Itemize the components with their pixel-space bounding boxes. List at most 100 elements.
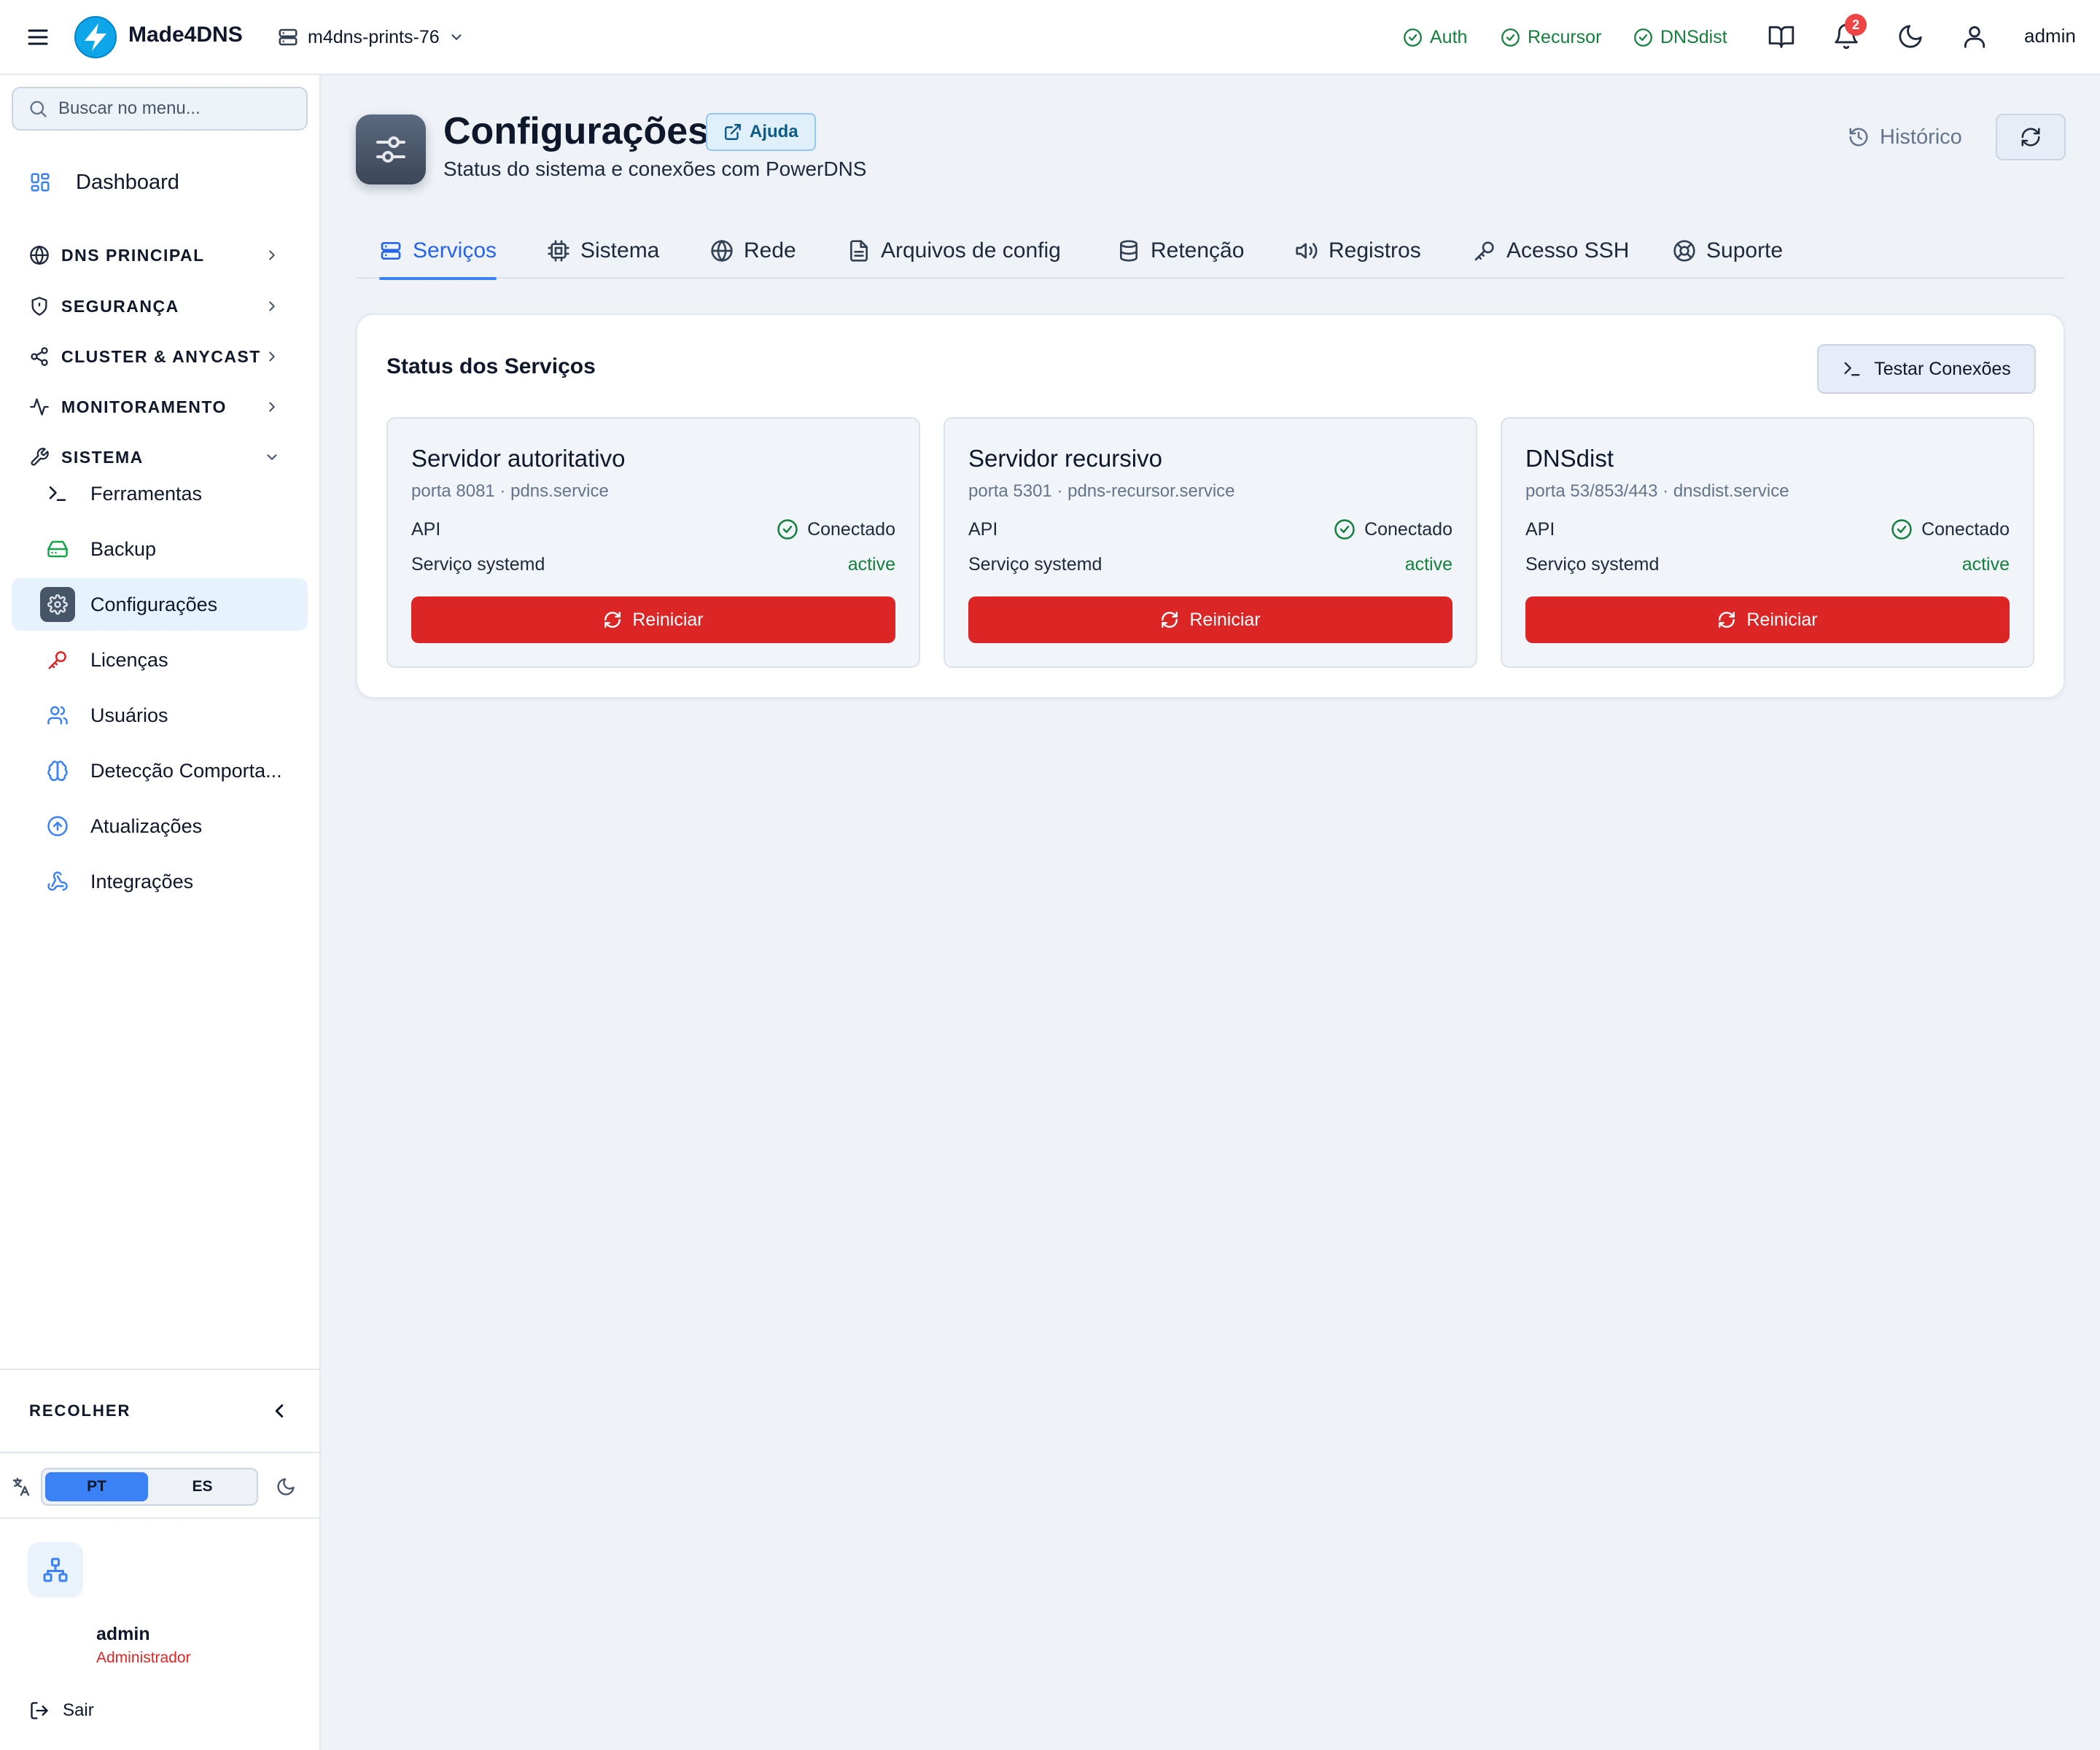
status-recursor[interactable]: Recursor bbox=[1501, 24, 1601, 50]
globe-icon bbox=[29, 245, 50, 265]
language-row: PT ES bbox=[0, 1453, 319, 1519]
tab-retencao[interactable]: Retenção bbox=[1117, 223, 1244, 279]
tab-registros[interactable]: Registros bbox=[1295, 223, 1421, 279]
api-status: Conectado bbox=[1891, 518, 2010, 540]
chevron-right-icon bbox=[264, 349, 280, 365]
page-title: Configurações bbox=[443, 110, 709, 152]
tab-sistema[interactable]: Sistema bbox=[547, 223, 659, 279]
tab-label: Suporte bbox=[1706, 238, 1784, 262]
moon-icon[interactable] bbox=[276, 1477, 296, 1497]
server-icon bbox=[379, 239, 402, 262]
restart-button[interactable]: Reiniciar bbox=[1525, 596, 2010, 643]
sidebar-section-cluster-anycast[interactable]: CLUSTER & ANYCAST bbox=[29, 341, 292, 373]
language-toggle: PT ES bbox=[41, 1468, 258, 1506]
settings-tabs: Serviços Sistema Rede Arquivos de config… bbox=[356, 223, 2065, 280]
section-label: MONITORAMENTO bbox=[61, 397, 227, 416]
terminal-icon bbox=[47, 483, 69, 505]
service-card-authoritative: Servidor autoritativo porta 8081 · pdns.… bbox=[386, 417, 920, 668]
sidebar-item-label: Usuários bbox=[90, 704, 168, 726]
sidebar-item-usuarios[interactable]: Usuários bbox=[12, 689, 308, 742]
gear-icon bbox=[47, 594, 68, 615]
user-icon[interactable] bbox=[1961, 23, 1988, 50]
translate-icon bbox=[10, 1476, 32, 1498]
api-label: API bbox=[1525, 518, 1555, 540]
server-icon bbox=[277, 26, 299, 48]
wrench-icon bbox=[29, 447, 50, 467]
services-status-panel: Status dos Serviços Testar Conexões Serv… bbox=[356, 314, 2065, 699]
systemd-label: Serviço systemd bbox=[1525, 553, 1660, 575]
sidebar-item-atualizacoes[interactable]: Atualizações bbox=[12, 800, 308, 852]
restart-button[interactable]: Reiniciar bbox=[411, 596, 895, 643]
terminal-icon bbox=[1842, 359, 1862, 379]
sidebar-item-label: Detecção Comporta... bbox=[90, 759, 282, 782]
help-button[interactable]: Ajuda bbox=[706, 113, 816, 151]
systemd-status-row: Serviço systemd active bbox=[411, 551, 895, 578]
systemd-status-row: Serviço systemd active bbox=[1525, 551, 2010, 578]
service-name: Servidor autoritativo bbox=[411, 445, 626, 472]
collapse-sidebar-button[interactable]: RECOLHER bbox=[0, 1369, 319, 1453]
sidebar-item-label: Licenças bbox=[90, 648, 168, 671]
tab-rede[interactable]: Rede bbox=[710, 223, 796, 279]
sidebar-item-configuracoes[interactable]: Configurações bbox=[12, 578, 308, 631]
history-button[interactable]: Histórico bbox=[1848, 122, 1962, 152]
refresh-button[interactable] bbox=[1996, 114, 2066, 160]
tab-servicos[interactable]: Serviços bbox=[379, 223, 497, 280]
service-meta: porta 5301 · pdns-recursor.service bbox=[968, 481, 1235, 501]
brand-name: Made4DNS bbox=[128, 23, 243, 47]
language-option-pt[interactable]: PT bbox=[45, 1472, 148, 1501]
status-dnsdist[interactable]: DNSdist bbox=[1633, 24, 1727, 50]
systemd-status: active bbox=[847, 553, 895, 575]
sidebar-item-dashboard[interactable]: Dashboard bbox=[29, 164, 179, 201]
tab-acesso-ssh[interactable]: Acesso SSH bbox=[1473, 223, 1629, 279]
hamburger-menu-icon[interactable] bbox=[23, 24, 52, 50]
tab-label: Registros bbox=[1329, 238, 1421, 262]
sidebar-section-dns-principal[interactable]: DNS PRINCIPAL bbox=[29, 239, 292, 271]
sidebar-item-label: Backup bbox=[90, 537, 157, 560]
globe-icon bbox=[710, 239, 734, 262]
page-subtitle: Status do sistema e conexões com PowerDN… bbox=[443, 158, 867, 180]
sidebar-item-deteccao[interactable]: Detecção Comporta... bbox=[12, 744, 308, 797]
moon-icon[interactable] bbox=[1897, 23, 1924, 50]
sidebar-item-backup[interactable]: Backup bbox=[12, 523, 308, 575]
brain-icon bbox=[47, 760, 69, 782]
sidebar-item-integracoes[interactable]: Integrações bbox=[12, 855, 308, 908]
menu-search bbox=[12, 87, 308, 131]
search-icon bbox=[28, 98, 48, 119]
tab-label: Serviços bbox=[413, 238, 497, 262]
page-icon-tile bbox=[356, 114, 426, 184]
restart-label: Reiniciar bbox=[1746, 609, 1818, 630]
made4dns-logo-icon bbox=[74, 16, 117, 58]
external-link-icon bbox=[723, 122, 742, 141]
book-open-icon[interactable] bbox=[1768, 23, 1795, 50]
test-connections-button[interactable]: Testar Conexões bbox=[1817, 344, 2036, 394]
sidebar-item-ferramentas[interactable]: Ferramentas bbox=[12, 467, 308, 520]
api-status-row: API Conectado bbox=[968, 516, 1452, 542]
collapse-label: RECOLHER bbox=[29, 1401, 131, 1420]
sidebar-section-seguranca[interactable]: SEGURANÇA bbox=[29, 290, 292, 322]
chevron-left-icon bbox=[268, 1400, 290, 1422]
webhook-icon bbox=[47, 871, 69, 892]
menu-search-input[interactable] bbox=[58, 98, 292, 119]
restart-button[interactable]: Reiniciar bbox=[968, 596, 1452, 643]
hard-drive-icon bbox=[47, 538, 69, 560]
sidebar-item-licencas[interactable]: Licenças bbox=[12, 634, 308, 686]
user-menu-name[interactable]: admin bbox=[2024, 25, 2076, 47]
section-label: CLUSTER & ANYCAST bbox=[61, 346, 261, 366]
avatar[interactable] bbox=[28, 1542, 83, 1598]
chevron-down-icon bbox=[448, 29, 464, 45]
sidebar: Dashboard DNS PRINCIPAL SEGURANÇA CLUSTE… bbox=[0, 75, 321, 1750]
tab-suporte[interactable]: Suporte bbox=[1673, 223, 1783, 279]
server-selector[interactable]: m4dns-prints-76 bbox=[277, 24, 464, 50]
tab-label: Acesso SSH bbox=[1506, 238, 1630, 262]
file-text-icon bbox=[847, 239, 871, 262]
tab-arquivos-de-config[interactable]: Arquivos de config bbox=[847, 223, 1061, 279]
chevron-right-icon bbox=[264, 298, 280, 314]
sidebar-section-monitoramento[interactable]: MONITORAMENTO bbox=[29, 391, 292, 423]
tab-label: Sistema bbox=[580, 238, 660, 262]
share-icon bbox=[29, 346, 50, 367]
shield-icon bbox=[29, 296, 50, 316]
chevron-right-icon bbox=[264, 247, 280, 263]
language-option-es[interactable]: ES bbox=[151, 1472, 254, 1501]
logout-button[interactable]: Sair bbox=[29, 1700, 94, 1721]
status-auth[interactable]: Auth bbox=[1403, 24, 1467, 50]
